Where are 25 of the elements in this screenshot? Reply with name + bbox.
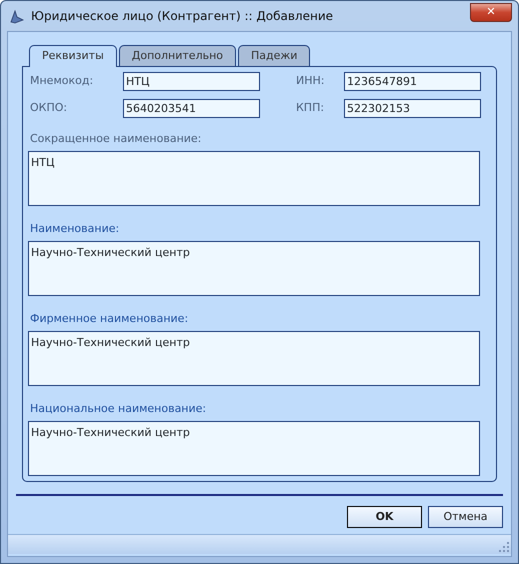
- cancel-button[interactable]: Отмена: [428, 506, 503, 528]
- text-area[interactable]: Научно-Технический центр: [28, 421, 480, 476]
- input-field[interactable]: 522302153: [344, 99, 481, 118]
- input-field[interactable]: НТЦ: [123, 72, 260, 91]
- text-area[interactable]: Научно-Технический центр: [28, 331, 480, 386]
- field-label: Фирменное наименование:: [30, 312, 190, 325]
- field-label: Сокращенное наименование:: [30, 132, 202, 145]
- app-icon: [9, 8, 25, 24]
- field-label: ОКПО:: [30, 100, 68, 116]
- input-field[interactable]: 1236547891: [344, 72, 481, 91]
- field-label: КПП:: [295, 100, 326, 116]
- resize-grip-icon[interactable]: [499, 542, 509, 552]
- text-area[interactable]: Научно-Технический центр: [28, 241, 480, 296]
- field-label: Мнемокод:: [30, 73, 94, 89]
- tab[interactable]: Падежи: [238, 45, 310, 66]
- window-title: Юридическое лицо (Контрагент) :: Добавление: [31, 8, 334, 25]
- tab[interactable]: Реквизиты: [29, 45, 117, 67]
- field-label: Наименование:: [30, 222, 120, 235]
- input-field[interactable]: 5640203541: [123, 99, 260, 118]
- close-button[interactable]: ✕: [470, 2, 512, 22]
- field-label: Национальное наименование:: [30, 402, 208, 415]
- tab[interactable]: Дополнительно: [118, 45, 236, 66]
- text-area[interactable]: НТЦ: [28, 151, 480, 206]
- field-label: ИНН:: [295, 73, 326, 89]
- ok-button[interactable]: OK: [347, 506, 422, 528]
